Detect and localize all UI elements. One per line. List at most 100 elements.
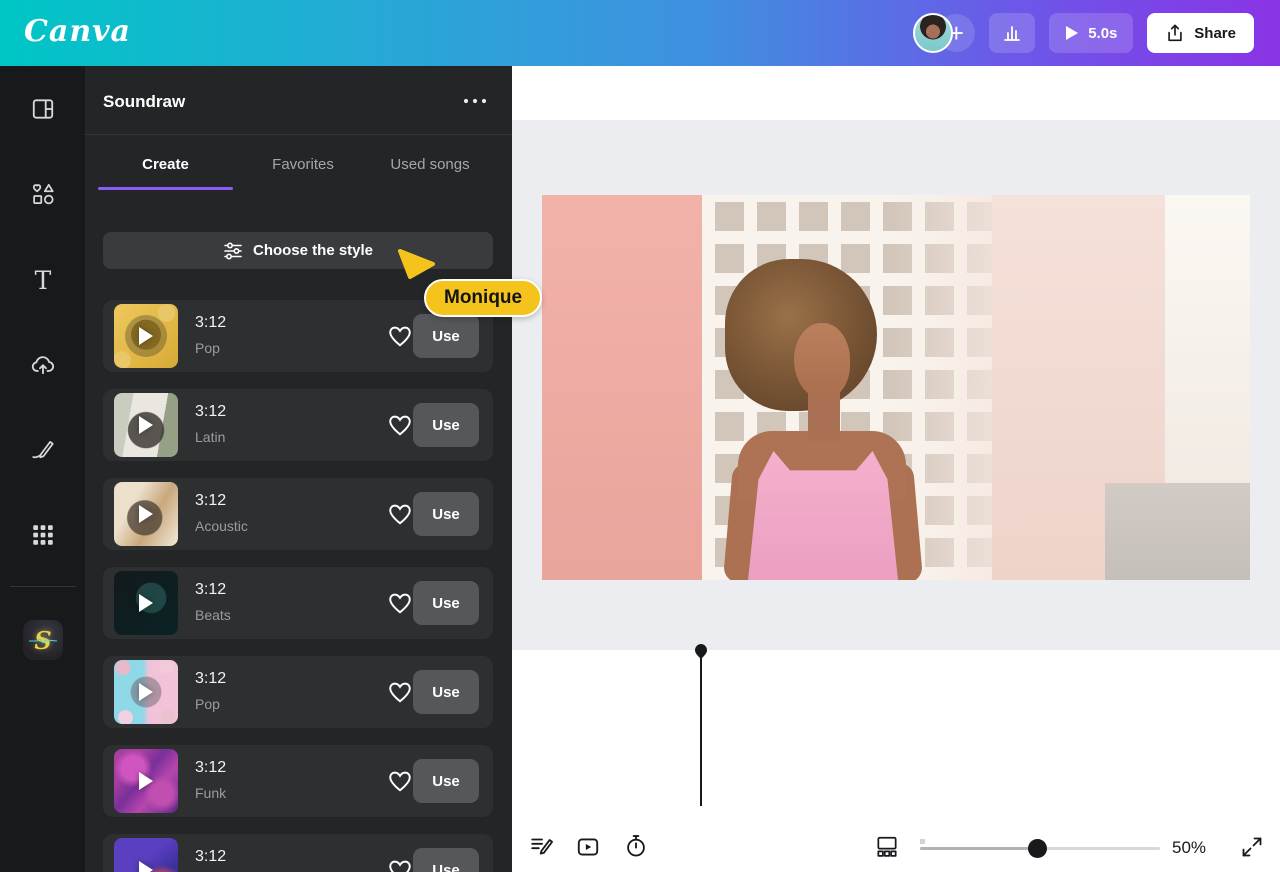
soundraw-panel: Soundraw Create Favorites Used songs Cho… (85, 66, 512, 872)
play-icon (139, 683, 153, 701)
use-song-button[interactable]: Use (413, 403, 479, 447)
song-thumbnail[interactable] (114, 393, 178, 457)
apps-grid-icon (30, 522, 56, 548)
playhead-pin[interactable] (694, 644, 708, 660)
insights-button[interactable] (989, 13, 1035, 53)
active-tab-underline (98, 187, 233, 190)
zoom-slider-origin (920, 839, 925, 844)
favorite-heart-icon[interactable] (387, 858, 413, 872)
song-item[interactable]: 3:12 Funk Use (103, 745, 493, 817)
zoom-slider-fill (920, 847, 1037, 850)
song-thumbnail[interactable] (114, 571, 178, 635)
song-duration: 3:12 (195, 581, 226, 599)
bar-chart-icon (1001, 22, 1023, 44)
timer-button[interactable] (623, 833, 649, 859)
song-duration: 3:12 (195, 670, 226, 688)
more-options-button[interactable] (462, 96, 488, 106)
song-duration: 3:12 (195, 403, 226, 421)
sidebar-item-draw[interactable] (30, 437, 56, 463)
panel-title: Soundraw (103, 92, 185, 112)
share-button[interactable]: Share (1147, 13, 1254, 53)
soundraw-app-icon: S (34, 626, 51, 655)
notes-button[interactable] (529, 833, 555, 859)
use-song-button[interactable]: Use (413, 314, 479, 358)
use-song-button[interactable]: Use (413, 848, 479, 872)
choose-style-label: Choose the style (253, 242, 373, 259)
collaborator-cursor: Monique (396, 248, 436, 282)
sidebar-item-apps[interactable] (30, 522, 56, 548)
favorite-heart-icon[interactable] (387, 591, 413, 615)
song-item[interactable]: 3:12 Acoustic Use (103, 478, 493, 550)
song-item[interactable]: 3:12 Beats Use (103, 567, 493, 639)
preview-play-button[interactable]: 5.0s (1049, 13, 1133, 53)
song-item[interactable]: 3:12 Use (103, 834, 493, 872)
video-frame[interactable] (542, 195, 1250, 580)
collaborator-cursor-icon (396, 248, 436, 282)
song-thumbnail[interactable] (114, 304, 178, 368)
fullscreen-button[interactable] (1240, 835, 1266, 861)
play-icon (139, 861, 153, 872)
song-duration: 3:12 (195, 314, 226, 332)
favorite-heart-icon[interactable] (387, 413, 413, 437)
song-genre: Latin (195, 429, 225, 445)
share-icon (1165, 23, 1185, 43)
favorite-heart-icon[interactable] (387, 324, 413, 348)
sidebar-item-design[interactable] (30, 96, 56, 122)
sidebar-divider (10, 586, 76, 587)
zoom-slider-thumb[interactable] (1028, 839, 1047, 858)
share-label: Share (1194, 25, 1236, 42)
woman-pink-top (748, 451, 898, 580)
song-duration: 3:12 (195, 759, 226, 777)
design-icon (30, 96, 56, 122)
woman-face (794, 323, 850, 399)
tab-used-songs[interactable]: Used songs (370, 156, 490, 184)
song-genre: Beats (195, 607, 231, 623)
play-icon (139, 772, 153, 790)
song-duration: 3:12 (195, 848, 226, 866)
use-song-button[interactable]: Use (413, 670, 479, 714)
video-player-button[interactable] (575, 834, 601, 860)
play-icon (1065, 25, 1079, 41)
favorite-heart-icon[interactable] (387, 502, 413, 526)
sidebar-item-soundraw[interactable]: S (23, 620, 63, 660)
song-genre: Funk (195, 785, 226, 801)
upload-cloud-icon (30, 352, 56, 378)
sidebar-item-elements[interactable] (30, 181, 56, 207)
playhead-line[interactable] (700, 658, 702, 806)
collaborator-name-label: Monique (424, 279, 542, 317)
favorite-heart-icon[interactable] (387, 769, 413, 793)
sidebar-item-text[interactable]: T (30, 266, 56, 292)
canvas-top-strip (512, 66, 1280, 120)
elements-icon (30, 181, 56, 207)
top-bar: Canva + 5.0s (0, 0, 1280, 66)
song-genre: Pop (195, 340, 220, 356)
sidebar-item-uploads[interactable] (30, 352, 56, 378)
text-icon: T (35, 266, 52, 295)
use-song-button[interactable]: Use (413, 759, 479, 803)
duration-label: 5.0s (1088, 25, 1117, 42)
song-item[interactable]: 3:12 Latin Use (103, 389, 493, 461)
panel-divider (85, 134, 512, 135)
use-song-button[interactable]: Use (413, 492, 479, 536)
pages-grid-button[interactable] (874, 834, 900, 860)
play-icon (139, 327, 153, 345)
play-icon (139, 594, 153, 612)
tab-favorites[interactable]: Favorites (248, 156, 358, 184)
pink-wall (542, 195, 702, 580)
gray-patch (1105, 483, 1250, 580)
song-genre: Pop (195, 696, 220, 712)
song-thumbnail[interactable] (114, 838, 178, 872)
song-thumbnail[interactable] (114, 749, 178, 813)
song-thumbnail[interactable] (114, 482, 178, 546)
sidebar-rail: T (0, 66, 85, 872)
song-duration: 3:12 (195, 492, 226, 510)
song-thumbnail[interactable] (114, 660, 178, 724)
tab-create[interactable]: Create (98, 156, 233, 184)
use-song-button[interactable]: Use (413, 581, 479, 625)
song-item[interactable]: 3:12 Pop Use (103, 656, 493, 728)
canva-logo[interactable]: Canva (24, 14, 131, 49)
play-icon (139, 505, 153, 523)
song-genre: Acoustic (195, 518, 248, 534)
favorite-heart-icon[interactable] (387, 680, 413, 704)
canva-video-editor: Canva + 5.0s (0, 0, 1280, 872)
